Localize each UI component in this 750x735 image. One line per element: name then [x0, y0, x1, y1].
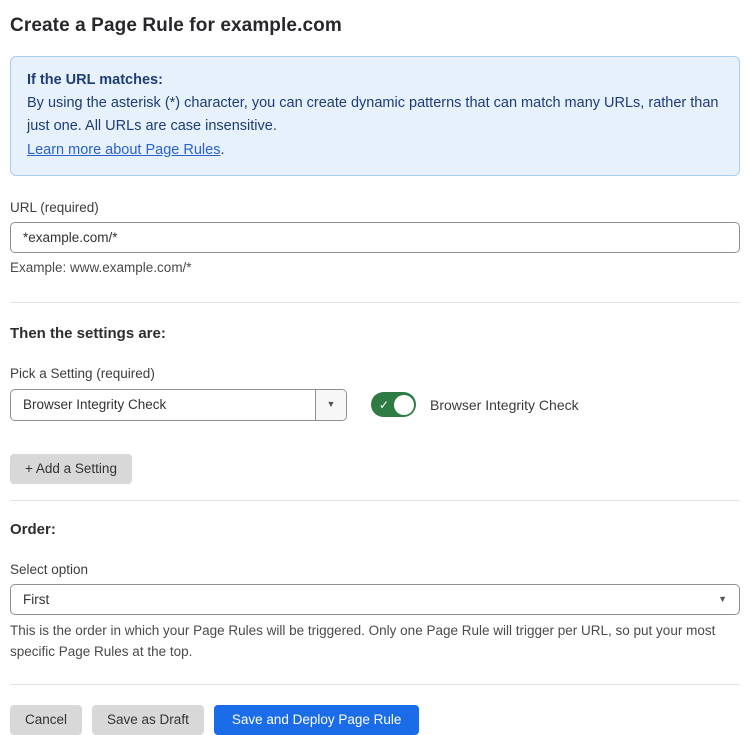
chevron-down-icon: ▼	[718, 595, 727, 604]
setting-select-arrow-button[interactable]: ▼	[315, 390, 346, 420]
divider	[10, 684, 740, 685]
url-match-info-box: If the URL matches: By using the asteris…	[10, 56, 740, 176]
url-input[interactable]	[10, 222, 740, 253]
create-page-rule-form: Create a Page Rule for example.com If th…	[0, 0, 750, 735]
order-select-label: Select option	[10, 562, 740, 577]
pick-setting-label: Pick a Setting (required)	[10, 366, 740, 381]
order-section-heading: Order:	[10, 521, 740, 538]
settings-section-heading: Then the settings are:	[10, 325, 740, 342]
learn-more-link[interactable]: Learn more about Page Rules	[27, 142, 220, 158]
check-icon: ✓	[379, 399, 389, 411]
setting-toggle[interactable]: ✓	[371, 392, 416, 417]
toggle-knob	[394, 395, 414, 415]
page-title: Create a Page Rule for example.com	[10, 15, 740, 37]
link-suffix: .	[220, 142, 224, 158]
setting-select-value: Browser Integrity Check	[11, 390, 315, 420]
add-setting-button[interactable]: + Add a Setting	[10, 454, 132, 484]
info-box-link-line: Learn more about Page Rules.	[27, 139, 723, 162]
info-box-heading: If the URL matches:	[27, 69, 723, 92]
url-example-helper: Example: www.example.com/*	[10, 260, 740, 275]
url-field-label: URL (required)	[10, 200, 740, 215]
order-helper-text: This is the order in which your Page Rul…	[10, 621, 740, 663]
toggle-setting-label: Browser Integrity Check	[430, 397, 579, 413]
info-box-body: By using the asterisk (*) character, you…	[27, 92, 723, 138]
divider	[10, 500, 740, 501]
order-select-value: First	[23, 592, 49, 607]
setting-row: Browser Integrity Check ▼ ✓ Browser Inte…	[10, 389, 740, 421]
order-select[interactable]: First ▼	[10, 584, 740, 615]
setting-select[interactable]: Browser Integrity Check ▼	[10, 389, 347, 421]
chevron-down-icon: ▼	[327, 400, 336, 409]
divider	[10, 302, 740, 303]
